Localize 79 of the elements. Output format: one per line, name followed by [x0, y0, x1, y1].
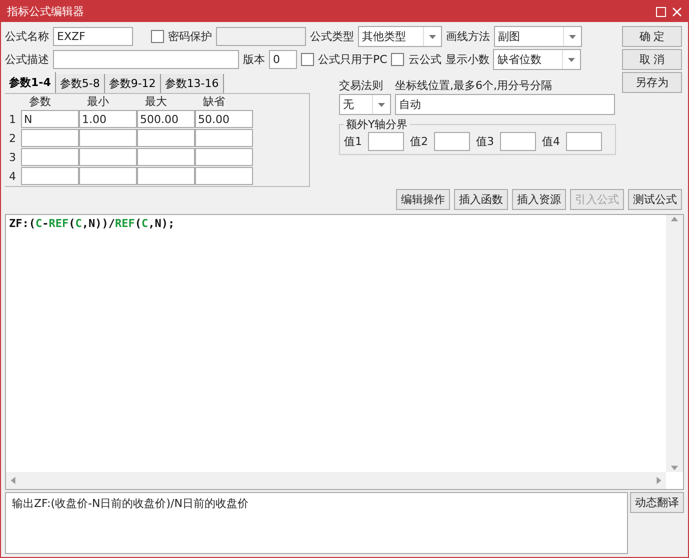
input-field[interactable] — [500, 132, 536, 151]
group-title: 额外Y轴分界 — [345, 117, 409, 132]
horizontal-scrollbar[interactable] — [6, 472, 666, 489]
table-cell[interactable] — [195, 167, 253, 185]
field-label: 公式类型 — [310, 29, 354, 44]
code-editor[interactable]: ZF:(C-REF(C,N))/REF(C,N); — [5, 214, 684, 490]
table-cell[interactable] — [195, 129, 253, 147]
table-cell[interactable] — [137, 148, 195, 166]
table-cell[interactable]: 1.00 — [79, 110, 137, 128]
checkbox[interactable] — [391, 53, 404, 66]
table-cell[interactable] — [21, 129, 79, 147]
translate-button[interactable]: 动态翻译 — [630, 492, 684, 513]
table-cell[interactable] — [79, 167, 137, 185]
description-text: 输出ZF:(收盘价-N日前的收盘价)/N日前的收盘价 — [5, 492, 628, 554]
table-cell[interactable] — [195, 148, 253, 166]
input-field[interactable]: EXZF — [53, 27, 133, 46]
tab[interactable]: 参数5-8 — [56, 74, 105, 93]
field-label: 值4 — [542, 134, 560, 149]
field-label: 值3 — [476, 134, 494, 149]
field-label: 版本 — [243, 52, 265, 67]
action-button[interactable]: 插入资源 — [512, 189, 566, 210]
dialog-button[interactable]: 确 定 — [622, 26, 682, 47]
input-field[interactable] — [566, 132, 602, 151]
table-cell[interactable] — [21, 148, 79, 166]
table-cell[interactable] — [79, 148, 137, 166]
scroll-left-icon[interactable] — [9, 476, 18, 485]
row-number: 3 — [9, 150, 16, 164]
field-label: 公式名称 — [5, 29, 49, 44]
field-label: 值2 — [410, 134, 428, 149]
input-field[interactable] — [53, 50, 239, 69]
input-field[interactable]: 自动 — [395, 94, 615, 115]
field-label: 显示小数 — [445, 52, 490, 67]
close-icon[interactable] — [672, 6, 682, 16]
checkbox[interactable] — [301, 53, 314, 66]
row-number: 2 — [9, 132, 16, 144]
input-field[interactable] — [368, 132, 404, 151]
table-cell[interactable] — [137, 129, 195, 147]
checkbox-label: 云公式 — [408, 52, 442, 67]
table-cell[interactable]: N — [21, 110, 79, 128]
code-line: ZF:(C-REF(C,N))/REF(C,N); — [8, 216, 176, 232]
dropdown[interactable]: 缺省位数 — [493, 49, 582, 70]
window-title: 指标公式编辑器 — [7, 4, 84, 19]
checkbox[interactable] — [151, 30, 164, 43]
row-number: 4 — [9, 170, 16, 182]
tab[interactable]: 参数9-12 — [104, 74, 161, 93]
field-label: 交易法则 — [339, 78, 383, 92]
table-cell[interactable] — [137, 167, 195, 185]
dialog-button[interactable]: 另存为 — [622, 72, 682, 93]
dropdown[interactable]: 无 — [339, 94, 391, 115]
scroll-up-icon[interactable] — [670, 215, 679, 224]
input-field[interactable] — [434, 132, 470, 151]
row-number: 1 — [9, 112, 16, 126]
scroll-down-icon[interactable] — [670, 463, 679, 472]
column-header: 最大 — [144, 95, 167, 109]
dropdown[interactable]: 副图 — [494, 26, 582, 47]
action-button[interactable]: 测试公式 — [628, 189, 682, 210]
field-label: 坐标线位置,最多6个,用分号分隔 — [395, 78, 552, 92]
action-button[interactable]: 插入函数 — [454, 189, 508, 210]
table-cell[interactable]: 500.00 — [137, 110, 195, 128]
action-button[interactable]: 编辑操作 — [396, 189, 450, 210]
maximize-icon[interactable] — [656, 6, 666, 16]
field-label: 公式描述 — [5, 52, 49, 67]
checkbox-label: 公式只用于PC — [318, 52, 388, 67]
checkbox-label: 密码保护 — [168, 29, 212, 44]
table-cell[interactable] — [79, 129, 137, 147]
tab[interactable]: 参数13-16 — [160, 74, 224, 93]
vertical-scrollbar[interactable] — [666, 215, 683, 472]
table-cell[interactable]: 50.00 — [195, 110, 253, 128]
dropdown[interactable]: 其他类型 — [358, 26, 442, 47]
field-label: 画线方法 — [446, 29, 490, 44]
column-header: 最小 — [86, 95, 109, 109]
column-header: 缺省 — [202, 95, 225, 109]
column-header: 参数 — [28, 95, 51, 109]
dialog-button[interactable]: 取 消 — [622, 49, 682, 70]
input-field[interactable] — [216, 27, 306, 46]
input-field[interactable]: 0 — [269, 50, 297, 69]
field-label: 值1 — [344, 134, 362, 149]
table-cell[interactable] — [21, 167, 79, 185]
scroll-right-icon[interactable] — [654, 476, 663, 485]
